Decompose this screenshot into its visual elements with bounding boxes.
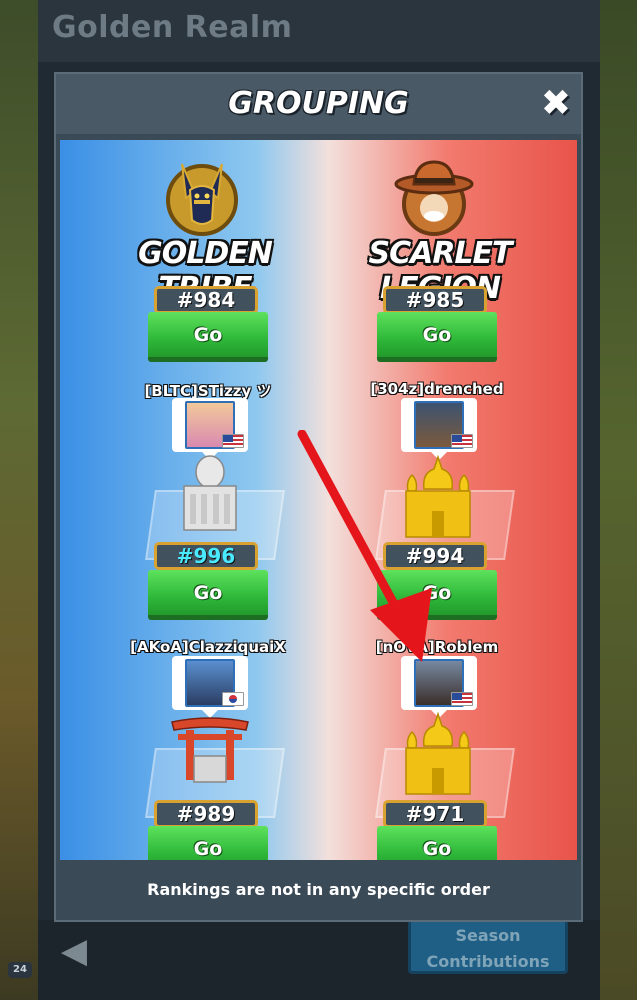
player-name: [AKoA]ClazziquaiX <box>130 638 286 656</box>
player-name: [304z]drenched <box>370 380 504 398</box>
go-button[interactable]: Go <box>377 312 497 362</box>
go-button[interactable]: Go <box>148 570 268 620</box>
player-avatar-card[interactable] <box>172 398 248 460</box>
cowboy-emblem-icon <box>394 160 474 236</box>
grouping-arena: GOLDEN TRIBE SCARLET LEGION #984 Go #985… <box>60 140 577 860</box>
contributions-label: Contributions <box>426 952 550 971</box>
rank-plaque: #996 <box>154 542 258 570</box>
rank-plaque: #984 <box>154 286 258 314</box>
rank-plaque: #989 <box>154 800 258 828</box>
korea-flag-icon <box>222 692 244 706</box>
go-button[interactable]: Go <box>377 826 497 860</box>
go-button[interactable]: Go <box>148 826 268 860</box>
rank-plaque: #985 <box>383 286 487 314</box>
player-avatar-card[interactable] <box>172 656 248 718</box>
anubis-emblem-icon <box>166 163 238 236</box>
season-label: Season <box>455 926 521 945</box>
torii-gate-icon <box>171 717 249 783</box>
white-temple-icon <box>183 455 237 531</box>
background-scenery-left <box>0 0 40 1000</box>
realm-title: Golden Realm <box>52 10 293 45</box>
us-flag-icon <box>451 692 473 706</box>
back-arrow-icon[interactable]: ◀ <box>50 930 98 972</box>
level-badge: 24 <box>8 962 32 978</box>
us-flag-icon <box>451 434 473 448</box>
us-flag-icon <box>222 434 244 448</box>
grouping-modal: GROUPING ✖ GOLDEN TRIBE SCARLET LEGION #… <box>54 72 583 922</box>
background-scenery-right <box>597 0 637 1000</box>
close-icon[interactable]: ✖ <box>536 84 576 124</box>
rank-plaque: #971 <box>383 800 487 828</box>
golden-palace-icon <box>405 712 471 795</box>
modal-title: GROUPING <box>228 86 409 121</box>
red-arrow-annotation <box>297 430 432 662</box>
season-contributions-button[interactable]: Season Contributions <box>408 918 568 974</box>
rankings-note: Rankings are not in any specific order <box>147 880 490 899</box>
go-button[interactable]: Go <box>148 312 268 362</box>
